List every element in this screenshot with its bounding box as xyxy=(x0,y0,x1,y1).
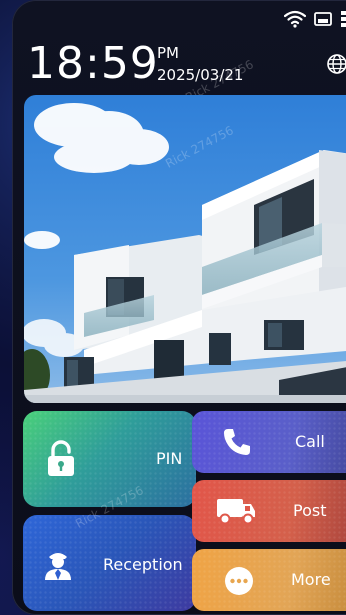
person-icon xyxy=(41,547,75,585)
post-button[interactable]: Post xyxy=(192,480,346,542)
more-button[interactable]: More xyxy=(192,549,346,611)
pin-button[interactable]: PIN xyxy=(23,411,196,507)
device-screen: 18:59 PM 2025/03/21 Rick 274756 Rick 274… xyxy=(12,0,346,615)
am-pm-indicator: PM xyxy=(157,44,179,62)
reception-label: Reception xyxy=(103,555,183,574)
status-bar xyxy=(284,8,346,30)
call-button[interactable]: Call xyxy=(192,411,346,473)
more-icon xyxy=(224,566,254,600)
more-label: More xyxy=(291,570,331,589)
call-label: Call xyxy=(295,432,325,451)
reception-button[interactable]: Reception xyxy=(23,515,196,611)
pin-label: PIN xyxy=(156,449,183,468)
wifi-icon xyxy=(284,10,306,28)
hero-image xyxy=(24,95,346,403)
post-label: Post xyxy=(293,501,327,520)
phone-icon xyxy=(222,427,252,461)
globe-icon[interactable] xyxy=(326,53,346,79)
network-icon xyxy=(340,10,346,28)
sd-card-icon xyxy=(314,11,332,27)
truck-icon xyxy=(216,496,256,530)
date-display: 2025/03/21 xyxy=(157,66,244,84)
lock-icon xyxy=(45,440,77,482)
clock-time: 18:59 xyxy=(27,38,159,89)
